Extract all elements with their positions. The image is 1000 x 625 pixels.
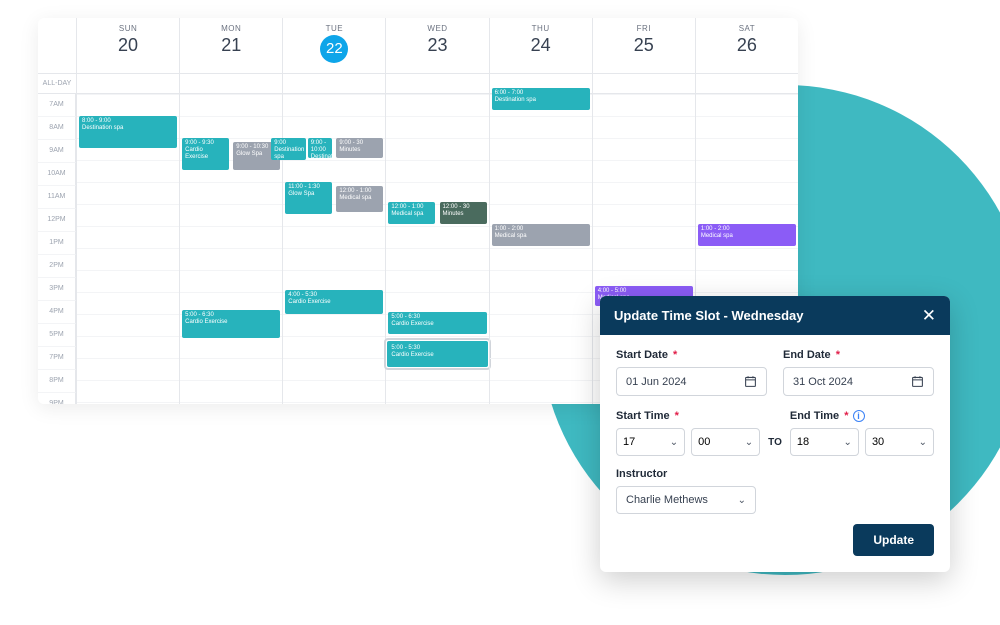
event-tue-dest[interactable]: 9:00 - 10:00 Destination spa (308, 138, 333, 158)
day-header-wed[interactable]: WED 23 (385, 18, 488, 73)
start-min-select[interactable]: 00 ⌄ (691, 428, 760, 456)
chevron-down-icon: ⌄ (844, 437, 852, 448)
event-tue-glow[interactable]: 11:00 - 1:30 Glow Spa (285, 182, 332, 214)
calendar-icon (911, 375, 924, 388)
event-wed-cardio[interactable]: 5:00 - 6:30 Cardio Exercise (388, 312, 486, 334)
chevron-down-icon: ⌄ (919, 437, 927, 448)
allday-label: ALL-DAY (38, 74, 76, 94)
allday-row: ALL-DAY (38, 74, 798, 94)
end-time-label: End Time *i (790, 410, 934, 422)
start-date-label: Start Date * (616, 349, 767, 361)
event-mon-cardio-pm[interactable]: 5:00 - 6:30 Cardio Exercise (182, 310, 280, 338)
day-header-fri[interactable]: FRI 25 (592, 18, 695, 73)
time-labels: 7AM 8AM 9AM 10AM 11AM 12PM 1PM 2PM 3PM 4… (38, 94, 76, 404)
day-header-thu[interactable]: THU 24 (489, 18, 592, 73)
to-label: TO (768, 437, 782, 456)
event-sat-med[interactable]: 1:00 - 2:00 Medical spa (698, 224, 796, 246)
day-col-sun[interactable]: 8:00 - 9:00 Destination spa (76, 94, 179, 404)
day-col-mon[interactable]: 9:00 - 9:30 Cardio Exercise 9:00 - 10:30… (179, 94, 282, 404)
start-time-label: Start Time * (616, 410, 760, 422)
day-headers: SUN 20 MON 21 TUE 22 WED 23 THU 24 FRI 2… (38, 18, 798, 74)
end-min-select[interactable]: 30 ⌄ (865, 428, 934, 456)
end-hour-select[interactable]: 18 ⌄ (790, 428, 859, 456)
modal-header: Update Time Slot - Wednesday ✕ (600, 296, 950, 335)
event-tue-dest-s[interactable]: 9:00 Destination spa (271, 138, 305, 160)
day-col-wed[interactable]: 12:00 - 1:00 Medical spa 12:00 - 30 Minu… (385, 94, 488, 404)
chevron-down-icon: ⌄ (745, 437, 753, 448)
event-tue-cardio[interactable]: 4:00 - 5:30 Cardio Exercise (285, 290, 383, 314)
instructor-label: Instructor (616, 468, 934, 480)
day-header-tue[interactable]: TUE 22 (282, 18, 385, 73)
close-icon[interactable]: ✕ (922, 307, 936, 324)
day-header-sat[interactable]: SAT 26 (695, 18, 798, 73)
info-icon[interactable]: i (853, 410, 865, 422)
start-hour-select[interactable]: 17 ⌄ (616, 428, 685, 456)
event-wed-30min[interactable]: 12:00 - 30 Minutes (440, 202, 487, 224)
event-thu-med[interactable]: 1:00 - 2:00 Medical spa (492, 224, 590, 246)
start-date-input[interactable]: 01 Jun 2024 (616, 367, 767, 396)
day-col-thu[interactable]: 6:00 - 7:00 Destination spa 1:00 - 2:00 … (489, 94, 592, 404)
event-tue-30min[interactable]: 9:00 - 30 Minutes (336, 138, 383, 158)
day-col-tue[interactable]: 9:00 Destination spa 9:00 - 10:00 Destin… (282, 94, 385, 404)
event-mon-cardio[interactable]: 9:00 - 9:30 Cardio Exercise (182, 138, 229, 170)
modal-title: Update Time Slot - Wednesday (614, 308, 804, 323)
end-date-input[interactable]: 31 Oct 2024 (783, 367, 934, 396)
event-sun-destination[interactable]: 8:00 - 9:00 Destination spa (79, 116, 177, 148)
end-date-label: End Date * (783, 349, 934, 361)
update-timeslot-modal: Update Time Slot - Wednesday ✕ Start Dat… (600, 296, 950, 572)
chevron-down-icon: ⌄ (670, 437, 678, 448)
instructor-select[interactable]: Charlie Methews ⌄ (616, 486, 756, 514)
chevron-down-icon: ⌄ (738, 495, 746, 506)
event-thu-dest[interactable]: 6:00 - 7:00 Destination spa (492, 88, 590, 110)
event-wed-med[interactable]: 12:00 - 1:00 Medical spa (388, 202, 435, 224)
day-header-mon[interactable]: MON 21 (179, 18, 282, 73)
day-header-sun[interactable]: SUN 20 (76, 18, 179, 73)
update-button[interactable]: Update (853, 524, 934, 556)
event-tue-med[interactable]: 12:00 - 1:00 Medical spa (336, 186, 383, 212)
calendar-icon (744, 375, 757, 388)
event-wed-cardio-selected[interactable]: 5:00 - 5:30 Cardio Exercise (384, 338, 490, 370)
